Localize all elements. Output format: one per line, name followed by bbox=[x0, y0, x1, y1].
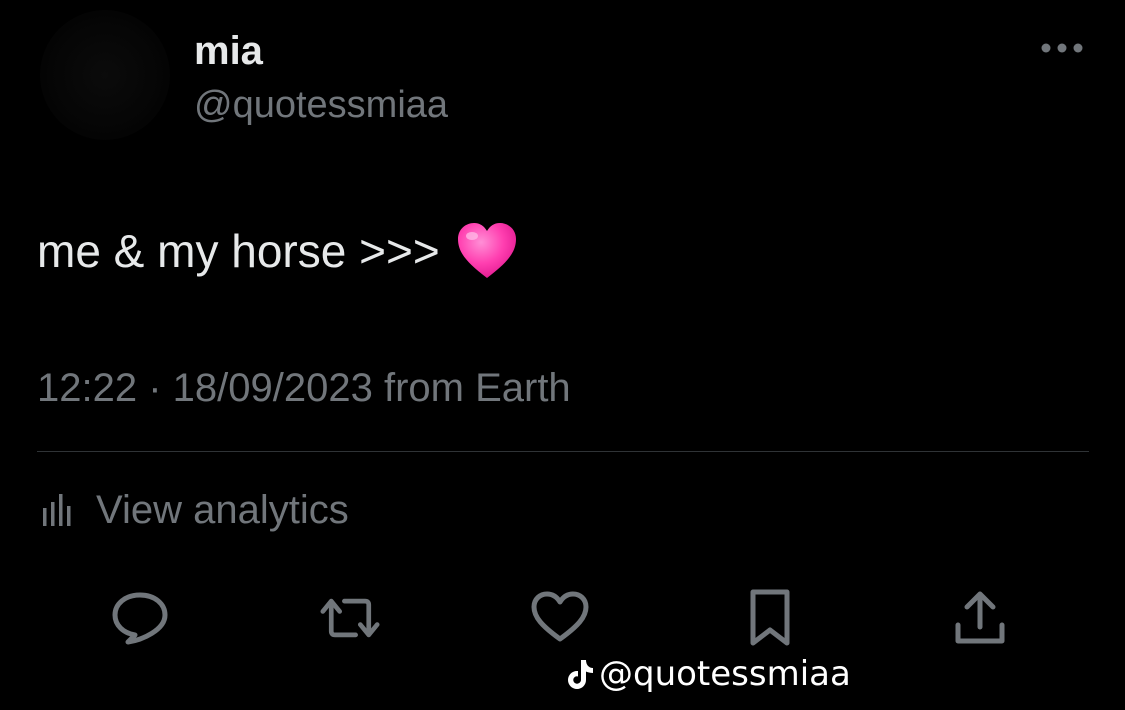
more-options-button[interactable] bbox=[1036, 30, 1088, 66]
divider bbox=[37, 451, 1089, 452]
tweet-text-content: me & my horse >>> bbox=[37, 225, 440, 277]
speech-bubble-icon bbox=[112, 592, 168, 645]
repost-button[interactable] bbox=[320, 588, 380, 648]
bookmark-button[interactable] bbox=[740, 588, 800, 648]
watermark-handle: @quotessmiaa bbox=[599, 654, 851, 694]
pink-heart-emoji-icon bbox=[457, 223, 516, 278]
display-name[interactable]: mia bbox=[194, 28, 263, 74]
like-button[interactable] bbox=[530, 588, 590, 648]
heart-outline-icon bbox=[531, 591, 589, 642]
user-handle[interactable]: @quotessmiaa bbox=[194, 82, 448, 128]
avatar[interactable] bbox=[40, 10, 170, 140]
reply-button[interactable] bbox=[110, 588, 170, 648]
tiktok-watermark: @quotessmiaa bbox=[565, 654, 851, 694]
tweet-text: me & my horse >>> bbox=[37, 222, 518, 280]
bookmark-icon bbox=[750, 589, 790, 646]
tweet-timestamp[interactable]: 12:22 · 18/09/2023 from Earth bbox=[37, 364, 571, 412]
view-analytics-label: View analytics bbox=[96, 488, 349, 532]
view-analytics-link[interactable]: View analytics bbox=[40, 486, 349, 534]
share-upload-icon bbox=[955, 591, 1005, 644]
more-dots-icon bbox=[1041, 43, 1083, 53]
analytics-bars-icon bbox=[43, 494, 71, 526]
tiktok-logo-icon bbox=[568, 660, 593, 689]
repost-arrows-icon bbox=[320, 598, 380, 638]
share-button[interactable] bbox=[950, 588, 1010, 648]
